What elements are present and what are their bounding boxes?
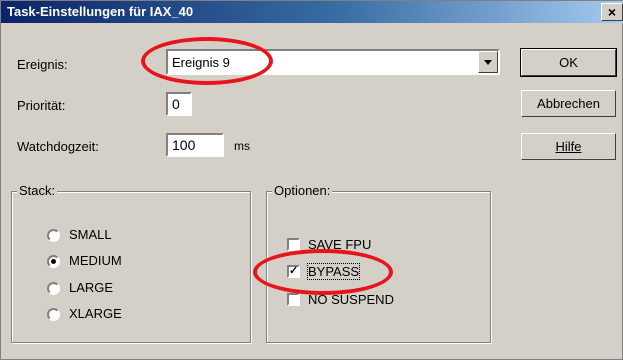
watchdog-value: 100 (172, 137, 196, 153)
stack-groupbox (11, 191, 251, 343)
radio-small[interactable] (47, 229, 60, 242)
radio-xlarge[interactable] (47, 308, 60, 321)
radio-large-label[interactable]: LARGE (69, 280, 113, 295)
close-button[interactable]: × (601, 3, 623, 21)
checkbox-bypass[interactable]: ✓ (287, 265, 300, 278)
ereignis-combobox[interactable]: Ereignis 9 (166, 49, 500, 75)
ereignis-label: Ereignis: (17, 57, 68, 72)
ok-button[interactable]: OK (520, 48, 617, 77)
watchdog-unit: ms (234, 139, 250, 153)
checkbox-no-suspend-label[interactable]: NO SUSPEND (308, 292, 394, 307)
checkbox-save-fpu[interactable] (287, 238, 300, 251)
prioritaet-input[interactable]: 0 (166, 92, 192, 116)
prioritaet-label: Priorität: (17, 98, 66, 113)
help-button[interactable]: Hilfe (521, 133, 616, 160)
checkbox-save-fpu-label[interactable]: SAVE FPU (308, 237, 371, 252)
watchdog-label: Watchdogzeit: (17, 139, 99, 154)
radio-xlarge-label[interactable]: XLARGE (69, 306, 122, 321)
stack-legend: Stack: (17, 183, 58, 198)
radio-medium[interactable] (47, 255, 60, 268)
radio-small-label[interactable]: SMALL (69, 227, 112, 242)
watchdog-input[interactable]: 100 (166, 133, 224, 157)
radio-large[interactable] (47, 282, 60, 295)
radio-medium-label[interactable]: MEDIUM (69, 253, 122, 268)
optionen-legend: Optionen: (272, 183, 333, 198)
window-title: Task-Einstellungen für IAX_40 (7, 4, 194, 19)
cancel-button[interactable]: Abbrechen (521, 90, 616, 117)
ereignis-value: Ereignis 9 (172, 55, 230, 70)
prioritaet-value: 0 (172, 96, 180, 112)
task-settings-dialog: Task-Einstellungen für IAX_40 × Ereignis… (0, 0, 623, 360)
title-bar[interactable]: Task-Einstellungen für IAX_40 × (1, 1, 623, 23)
checkbox-no-suspend[interactable] (287, 293, 300, 306)
checkbox-bypass-label[interactable]: BYPASS (306, 263, 361, 280)
chevron-down-icon[interactable] (478, 51, 498, 73)
